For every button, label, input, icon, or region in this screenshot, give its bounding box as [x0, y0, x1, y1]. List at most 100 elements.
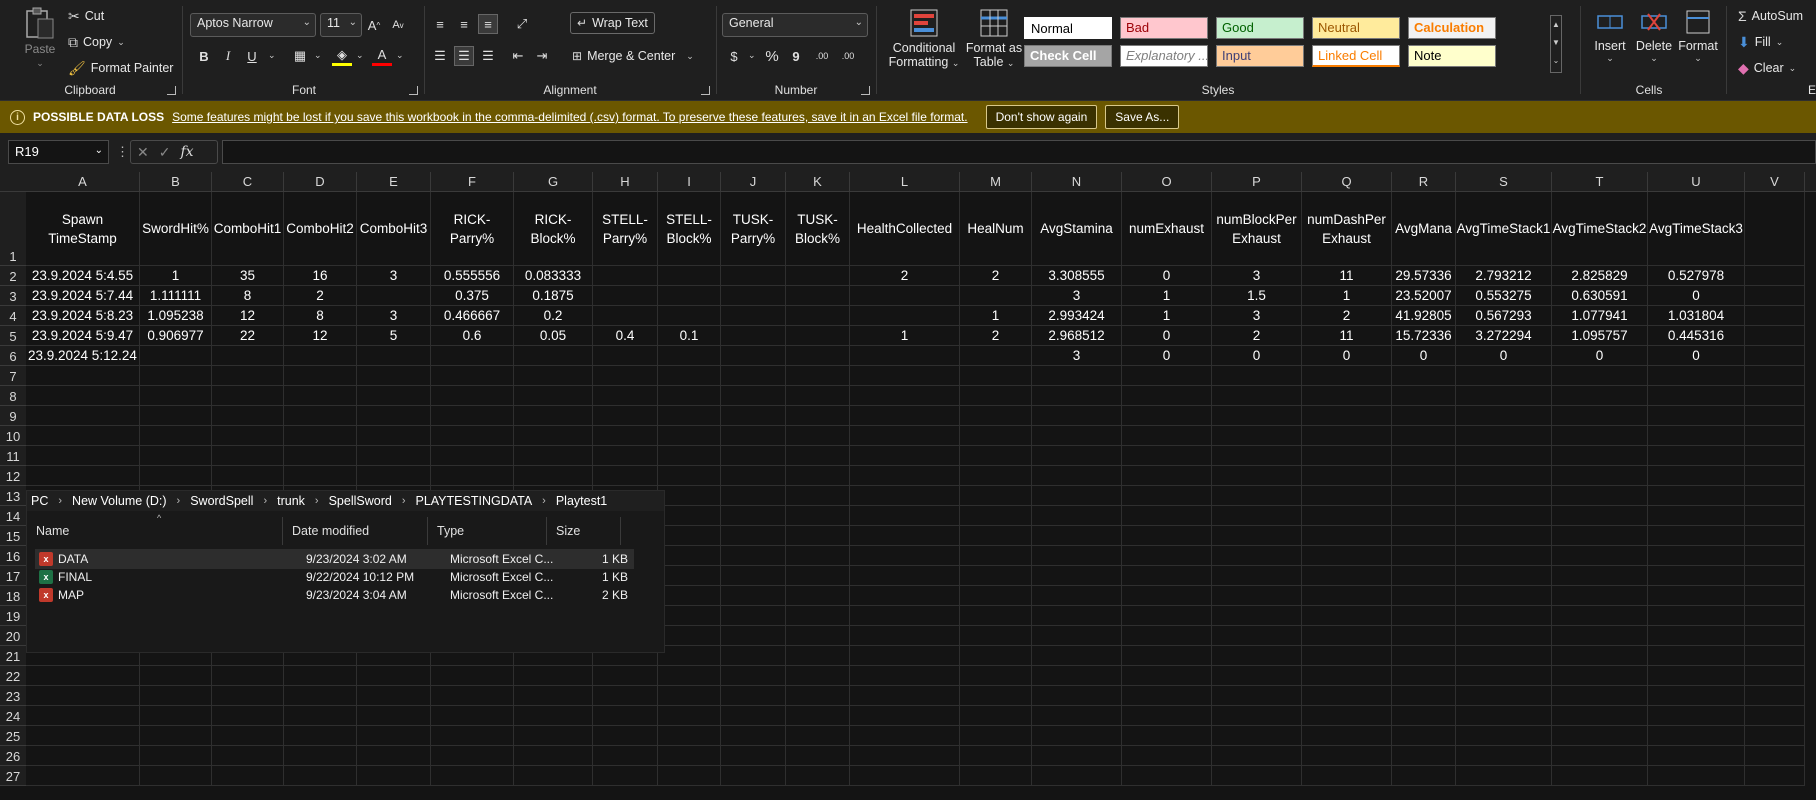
cell-P19[interactable] — [1212, 606, 1302, 626]
breadcrumb-item[interactable]: New Volume (D:) — [72, 494, 166, 508]
cell-O2[interactable]: 0 — [1122, 266, 1212, 286]
cell-U17[interactable] — [1648, 566, 1745, 586]
column-header-A[interactable]: A — [26, 172, 140, 192]
cell-J25[interactable] — [721, 726, 786, 746]
cell-Q10[interactable] — [1302, 426, 1392, 446]
cell-A3[interactable]: 23.9.2024 5:7.44 — [26, 286, 140, 306]
increase-font-size-button[interactable]: A ^ — [364, 15, 384, 35]
cell-H5[interactable]: 0.4 — [593, 326, 658, 346]
cell-B23[interactable] — [140, 686, 212, 706]
cell-L1[interactable]: HealthCollected — [850, 192, 960, 266]
cell-M3[interactable] — [960, 286, 1032, 306]
cell-F23[interactable] — [431, 686, 514, 706]
cell-D9[interactable] — [284, 406, 357, 426]
column-header-V[interactable]: V — [1745, 172, 1805, 192]
row-header-18[interactable]: 18 — [0, 586, 26, 606]
cell-K24[interactable] — [786, 706, 850, 726]
cell-Q20[interactable] — [1302, 626, 1392, 646]
cell-O11[interactable] — [1122, 446, 1212, 466]
cell-S26[interactable] — [1456, 746, 1552, 766]
cell-M6[interactable] — [960, 346, 1032, 366]
cell-R23[interactable] — [1392, 686, 1456, 706]
copy-button[interactable]: ⧉ Copy ⌄ — [68, 35, 125, 49]
cell-U6[interactable]: 0 — [1648, 346, 1745, 366]
cell-A23[interactable] — [26, 686, 140, 706]
cell-S8[interactable] — [1456, 386, 1552, 406]
cell-B25[interactable] — [140, 726, 212, 746]
cell-style-8[interactable]: Linked Cell — [1312, 45, 1400, 67]
cell-E9[interactable] — [357, 406, 431, 426]
cell-O1[interactable]: numExhaust — [1122, 192, 1212, 266]
cell-T22[interactable] — [1552, 666, 1648, 686]
cell-L11[interactable] — [850, 446, 960, 466]
decrease-decimal-button[interactable]: .00 — [838, 46, 858, 66]
cell-I16[interactable] — [658, 546, 721, 566]
cell-O26[interactable] — [1122, 746, 1212, 766]
cell-N22[interactable] — [1032, 666, 1122, 686]
cell-B26[interactable] — [140, 746, 212, 766]
cell-H12[interactable] — [593, 466, 658, 486]
cell-O7[interactable] — [1122, 366, 1212, 386]
cell-L23[interactable] — [850, 686, 960, 706]
cell-S18[interactable] — [1456, 586, 1552, 606]
cell-F12[interactable] — [431, 466, 514, 486]
cell-L15[interactable] — [850, 526, 960, 546]
cell-G8[interactable] — [514, 386, 593, 406]
dont-show-again-button[interactable]: Don't show again — [985, 105, 1098, 129]
cell-M11[interactable] — [960, 446, 1032, 466]
cell-K12[interactable] — [786, 466, 850, 486]
cell-style-2[interactable]: Good — [1216, 17, 1304, 39]
cell-Q21[interactable] — [1302, 646, 1392, 666]
cell-S24[interactable] — [1456, 706, 1552, 726]
cell-K9[interactable] — [786, 406, 850, 426]
cell-D1[interactable]: ComboHit2 — [284, 192, 357, 266]
italic-button[interactable]: I — [218, 46, 238, 66]
cell-P26[interactable] — [1212, 746, 1302, 766]
cell-Q12[interactable] — [1302, 466, 1392, 486]
row-header-6[interactable]: 6 — [0, 346, 26, 366]
cell-J12[interactable] — [721, 466, 786, 486]
dialog-launcher-icon[interactable] — [861, 86, 870, 95]
cell-H3[interactable] — [593, 286, 658, 306]
cell-T21[interactable] — [1552, 646, 1648, 666]
cell-N15[interactable] — [1032, 526, 1122, 546]
cell-K27[interactable] — [786, 766, 850, 786]
cell-S2[interactable]: 2.793212 — [1456, 266, 1552, 286]
cell-J16[interactable] — [721, 546, 786, 566]
cell-U26[interactable] — [1648, 746, 1745, 766]
cell-V3[interactable] — [1745, 286, 1805, 306]
cell-S7[interactable] — [1456, 366, 1552, 386]
cell-N8[interactable] — [1032, 386, 1122, 406]
cell-B1[interactable]: SwordHit% — [140, 192, 212, 266]
cell-N27[interactable] — [1032, 766, 1122, 786]
cell-V18[interactable] — [1745, 586, 1805, 606]
cell-K23[interactable] — [786, 686, 850, 706]
cell-T5[interactable]: 1.095757 — [1552, 326, 1648, 346]
cell-L18[interactable] — [850, 586, 960, 606]
cell-E4[interactable]: 3 — [357, 306, 431, 326]
cell-C26[interactable] — [212, 746, 284, 766]
cell-L19[interactable] — [850, 606, 960, 626]
cell-V1[interactable] — [1745, 192, 1805, 266]
format-as-table-button[interactable]: Format as Table ⌄ — [964, 8, 1024, 69]
cell-L21[interactable] — [850, 646, 960, 666]
cell-S19[interactable] — [1456, 606, 1552, 626]
cell-K25[interactable] — [786, 726, 850, 746]
cell-O16[interactable] — [1122, 546, 1212, 566]
conditional-formatting-button[interactable]: Conditional Formatting ⌄ — [886, 8, 962, 69]
cell-G12[interactable] — [514, 466, 593, 486]
row-header-21[interactable]: 21 — [0, 646, 26, 666]
cell-E25[interactable] — [357, 726, 431, 746]
cell-A12[interactable] — [26, 466, 140, 486]
file-row[interactable]: x FINAL 9/22/2024 10:12 PM Microsoft Excel … — [35, 567, 634, 587]
align-right-icon[interactable]: ☰ — [478, 46, 498, 66]
cell-L8[interactable] — [850, 386, 960, 406]
cell-K2[interactable] — [786, 266, 850, 286]
cell-H9[interactable] — [593, 406, 658, 426]
decrease-font-size-button[interactable]: Av — [388, 15, 408, 35]
borders-icon[interactable]: ▦ — [290, 46, 310, 66]
chevron-down-icon[interactable]: ⌄ — [748, 50, 756, 61]
message-link[interactable]: Some features might be lost if you save … — [172, 110, 967, 124]
cell-M21[interactable] — [960, 646, 1032, 666]
cell-U8[interactable] — [1648, 386, 1745, 406]
